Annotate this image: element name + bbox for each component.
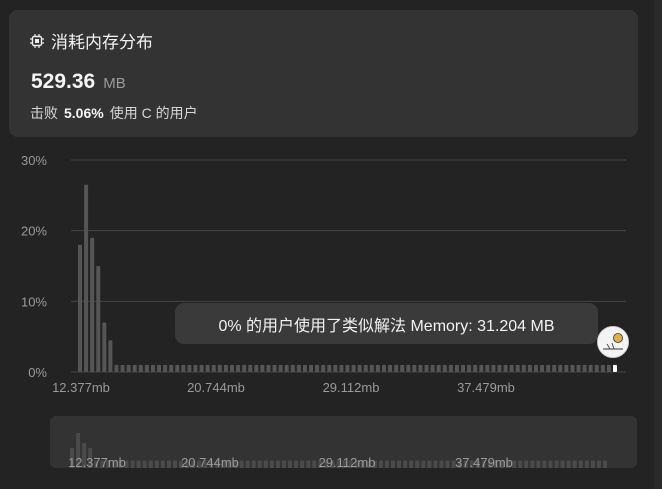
navigator-bar bbox=[409, 460, 414, 468]
navigator-bar bbox=[136, 460, 141, 468]
navigator-bar bbox=[154, 460, 159, 468]
navigator-bar bbox=[172, 460, 177, 468]
navigator-bar bbox=[536, 460, 541, 468]
navigator-bar bbox=[269, 460, 274, 468]
navigator-bar bbox=[560, 460, 565, 468]
scrollbar[interactable] bbox=[654, 0, 662, 489]
navigator-bar bbox=[445, 460, 450, 468]
navigator-tick-label: 37.479mb bbox=[455, 455, 513, 470]
navigator-bar bbox=[397, 460, 402, 468]
navigator-bar bbox=[288, 460, 293, 468]
navigator-bar bbox=[439, 460, 444, 468]
navigator-bar bbox=[421, 460, 426, 468]
navigator-bar bbox=[415, 460, 420, 468]
navigator-bar bbox=[239, 460, 244, 468]
navigator-bar bbox=[530, 460, 535, 468]
navigator-bar bbox=[584, 460, 589, 468]
navigator-bar bbox=[578, 460, 583, 468]
navigator-tick-label: 12.377mb bbox=[68, 455, 126, 470]
navigator-bar bbox=[281, 460, 286, 468]
navigator-bar bbox=[130, 460, 135, 468]
navigator-bar bbox=[603, 460, 607, 468]
navigator-bar bbox=[427, 460, 432, 468]
navigator-bar bbox=[403, 460, 408, 468]
navigator-bar bbox=[572, 460, 577, 468]
navigator-bar bbox=[142, 460, 147, 468]
navigator-bar bbox=[275, 460, 280, 468]
navigator-bar bbox=[245, 460, 250, 468]
navigator-bar bbox=[257, 460, 262, 468]
navigator-bar bbox=[596, 460, 601, 468]
navigator-bar bbox=[554, 460, 559, 468]
navigator-bar bbox=[524, 460, 529, 468]
navigator-bar bbox=[433, 460, 438, 468]
navigator-bar bbox=[542, 460, 547, 468]
navigator-bar bbox=[312, 460, 317, 468]
navigator-bar bbox=[263, 460, 268, 468]
navigator-bar bbox=[294, 460, 299, 468]
navigator-tick-label: 20.744mb bbox=[181, 455, 239, 470]
navigator-bar bbox=[548, 460, 553, 468]
navigator-tick-label: 29.112mb bbox=[319, 455, 376, 470]
range-navigator-chart: 12.377mb 20.744mb 29.112mb 37.479mb bbox=[68, 433, 607, 470]
navigator-bar bbox=[300, 460, 305, 468]
navigator-bar bbox=[148, 460, 153, 468]
navigator-bar bbox=[590, 460, 595, 468]
navigator-bar bbox=[384, 460, 389, 468]
navigator-bar bbox=[391, 460, 396, 468]
navigator-bar bbox=[378, 460, 383, 468]
navigator-bar bbox=[306, 460, 311, 468]
navigator-bar bbox=[566, 460, 571, 468]
navigator-bar bbox=[166, 460, 171, 468]
navigator-bar bbox=[518, 460, 523, 468]
navigator-bar bbox=[160, 460, 165, 468]
navigator-bar bbox=[251, 460, 256, 468]
